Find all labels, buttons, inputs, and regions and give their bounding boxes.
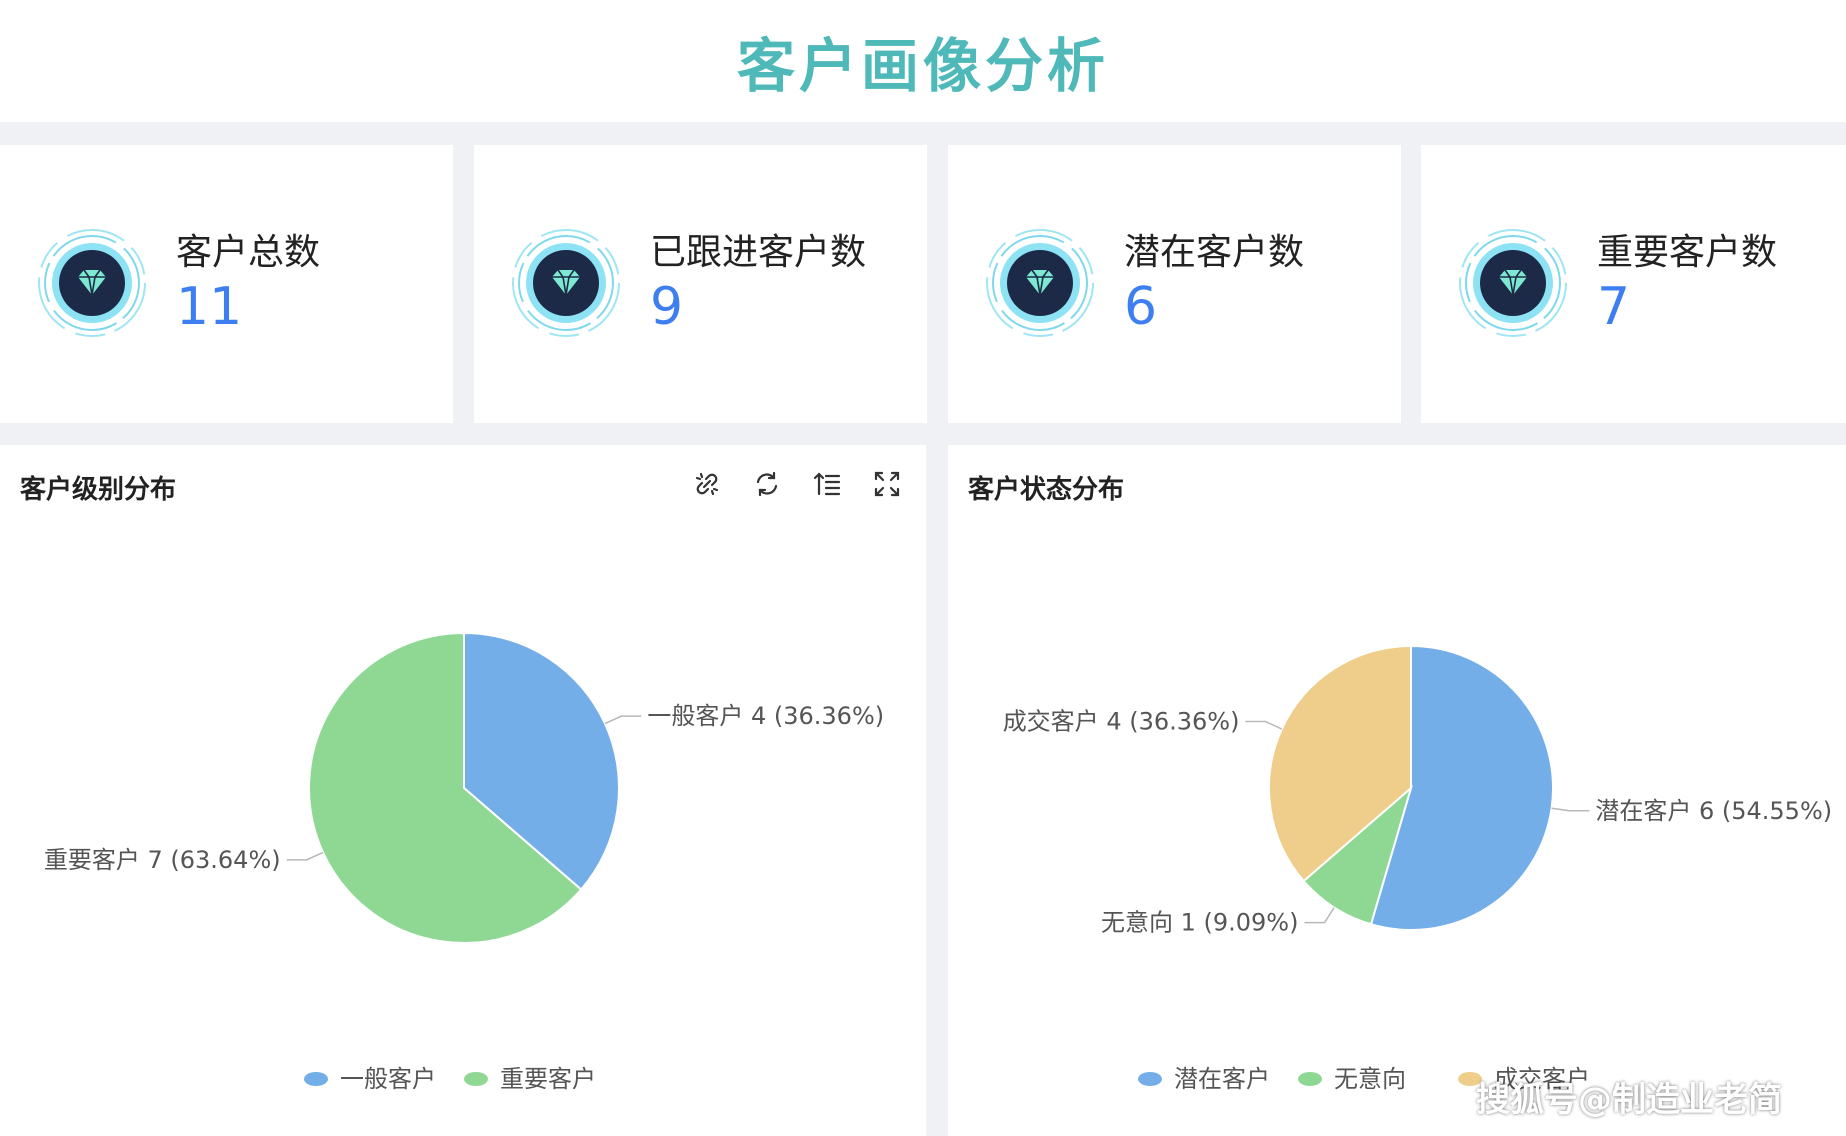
legend-label[interactable]: 潜在客户 (1174, 1065, 1270, 1093)
stat-value: 6 (1124, 277, 1158, 337)
slice-label: 重要客户 7 (63.64%) (44, 846, 281, 874)
level-distribution-panel: 客户级别分布 一般客户 4 (36.36%) 重要客户 7 (63.64%) 一… (0, 445, 926, 1136)
leader-line (604, 715, 642, 725)
stat-label: 重要客户数 (1597, 232, 1778, 273)
diamond-icon (512, 229, 620, 337)
legend-label[interactable]: 一般客户 (340, 1065, 436, 1093)
diamond-icon (986, 229, 1094, 337)
stat-label: 已跟进客户数 (650, 232, 867, 273)
legend-marker[interactable] (1138, 1072, 1162, 1086)
page-header: 客户画像分析 (0, 0, 1846, 122)
slice-label: 一般客户 4 (36.36%) (647, 702, 884, 730)
page-title: 客户画像分析 (736, 32, 1109, 100)
stat-label: 潜在客户数 (1124, 232, 1305, 273)
stat-card-total: 客户总数 11 (0, 145, 453, 423)
legend-marker[interactable] (464, 1072, 488, 1086)
leader-line (1245, 720, 1283, 730)
status-pie-chart: 潜在客户 6 (54.55%) 无意向 1 (9.09%) 成交客户 4 (36.3… (1003, 644, 1832, 1093)
stat-value: 9 (650, 277, 684, 337)
leader-line (286, 851, 324, 861)
stat-card-important: 重要客户数 7 (1421, 145, 1846, 423)
status-distribution-panel: 客户状态分布 潜在客户 6 (54.55%) 无意向 1 (9.09%) 成交客户 … (948, 445, 1846, 1136)
diamond-icon (38, 229, 146, 337)
leader-line (1304, 907, 1335, 924)
stat-label: 客户总数 (176, 232, 321, 273)
legend-label[interactable]: 重要客户 (500, 1065, 596, 1093)
stat-card-potential: 潜在客户数 6 (948, 145, 1401, 423)
slice-label: 成交客户 4 (36.36%) (1003, 708, 1240, 736)
legend-marker[interactable] (1298, 1072, 1322, 1086)
leader-line (1551, 807, 1590, 812)
legend-label[interactable]: 无意向 (1334, 1065, 1406, 1093)
diamond-icon (1459, 229, 1567, 337)
level-pie-chart: 一般客户 4 (36.36%) 重要客户 7 (63.64%) 一般客户 重要客户 (44, 631, 884, 1093)
watermark: 搜狐号@制造业老简 (1476, 1080, 1782, 1120)
stat-value: 7 (1597, 277, 1631, 337)
stat-value: 11 (176, 277, 243, 337)
legend-marker[interactable] (304, 1072, 328, 1086)
slice-label: 无意向 1 (9.09%) (1101, 909, 1299, 937)
stat-card-followed: 已跟进客户数 9 (474, 145, 927, 423)
slice-label: 潜在客户 6 (54.55%) (1595, 797, 1832, 825)
